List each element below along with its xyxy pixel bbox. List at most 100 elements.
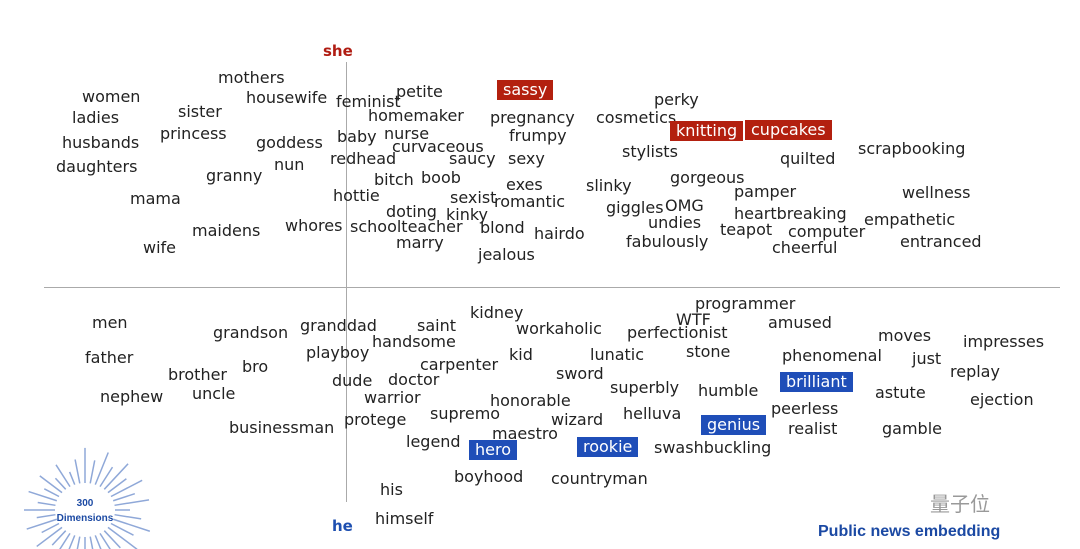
badge-number: 300 <box>77 498 94 509</box>
word: fabulously <box>626 232 709 251</box>
word: playboy <box>306 343 370 362</box>
caption: Public news embedding <box>818 523 1001 540</box>
word: doctor <box>388 370 440 389</box>
embedding-diagram: she he women mothers sister housewife femini… <box>0 0 1080 549</box>
word: redhead <box>330 149 397 168</box>
burst-ray <box>39 475 63 494</box>
word: romantic <box>494 192 566 211</box>
word: housewife <box>246 88 328 107</box>
burst-ray <box>36 513 56 519</box>
word: pregnancy <box>490 108 575 127</box>
burst-ray <box>103 530 121 549</box>
highlighted-word: hero <box>469 440 517 460</box>
word: sword <box>556 364 604 383</box>
word: saucy <box>449 149 496 168</box>
word: teapot <box>720 220 773 239</box>
burst-ray <box>103 463 129 490</box>
word: men <box>92 313 128 332</box>
word: hairdo <box>534 224 585 243</box>
word: gamble <box>882 419 942 438</box>
word: daughters <box>56 157 138 176</box>
word: lunatic <box>590 345 645 364</box>
word: husbands <box>62 133 140 152</box>
word: boyhood <box>454 467 524 486</box>
word: petite <box>396 82 443 101</box>
word: bitch <box>374 170 414 189</box>
word: uncle <box>192 384 236 403</box>
word: entranced <box>900 232 982 251</box>
badge-label: Dimensions <box>57 513 114 524</box>
word: superbly <box>610 378 680 397</box>
word: women <box>82 87 141 106</box>
word: mothers <box>218 68 285 87</box>
burst-ray <box>112 518 151 532</box>
word: countryman <box>551 469 648 488</box>
word: sexy <box>508 149 545 168</box>
word: stylists <box>622 142 678 161</box>
dimensions-burst-icon: 300 Dimensions <box>24 447 151 549</box>
he-axis-label: he <box>332 517 353 535</box>
burst-ray <box>114 499 150 507</box>
word: impresses <box>963 332 1045 351</box>
word: his <box>380 480 403 499</box>
word: phenomenal <box>782 346 882 365</box>
burst-ray <box>112 492 136 502</box>
word: wellness <box>902 183 971 202</box>
word: jealous <box>478 245 535 264</box>
word: homemaker <box>368 106 464 125</box>
word: wizard <box>551 410 604 429</box>
word: sister <box>178 102 222 121</box>
word: grandson <box>213 323 289 342</box>
word: ejection <box>970 390 1034 409</box>
word: peerless <box>771 399 839 418</box>
word: amused <box>768 313 832 332</box>
highlighted-word: knitting <box>670 121 744 141</box>
word: humble <box>698 381 759 400</box>
word: empathetic <box>864 210 956 229</box>
burst-ray <box>76 536 81 549</box>
word: legend <box>406 432 461 451</box>
word: quilted <box>780 149 836 168</box>
word: wife <box>143 238 177 257</box>
word: granddad <box>300 316 377 335</box>
word: scrapbooking <box>858 139 966 158</box>
burst-ray <box>68 471 76 485</box>
burst-ray <box>114 513 142 520</box>
highlighted-word: sassy <box>497 80 554 100</box>
burst-ray <box>94 452 109 485</box>
highlighted-word: genius <box>701 415 767 435</box>
burst-ray <box>54 477 67 490</box>
word: swashbuckling <box>654 438 772 457</box>
word: baby <box>337 127 377 146</box>
word: cosmetics <box>596 108 677 127</box>
burst-ray <box>107 526 138 549</box>
word: stone <box>686 342 731 361</box>
highlighted-word: rookie <box>577 437 639 457</box>
word: undies <box>648 213 702 232</box>
word: ladies <box>72 108 120 127</box>
word: father <box>85 348 134 367</box>
word: perky <box>654 90 699 109</box>
word: mama <box>130 189 181 208</box>
word: just <box>912 349 942 368</box>
watermark: 量子位 <box>930 492 990 516</box>
word: boob <box>421 168 461 187</box>
word: frumpy <box>509 126 567 145</box>
word: realist <box>788 419 838 438</box>
word: blond <box>480 218 525 237</box>
burst-ray <box>110 479 143 498</box>
word: handsome <box>372 332 456 351</box>
word: granny <box>206 166 263 185</box>
burst-ray <box>37 501 56 507</box>
burst-ray <box>74 459 81 484</box>
word: replay <box>950 362 1000 381</box>
word: princess <box>160 124 227 143</box>
word: goddess <box>256 133 323 152</box>
burst-ray <box>89 460 96 484</box>
word: warrior <box>364 388 421 407</box>
word: supremo <box>430 404 501 423</box>
word: astute <box>875 383 926 402</box>
word: marry <box>396 233 444 252</box>
word: perfectionist <box>627 323 728 342</box>
word: bro <box>242 357 269 376</box>
